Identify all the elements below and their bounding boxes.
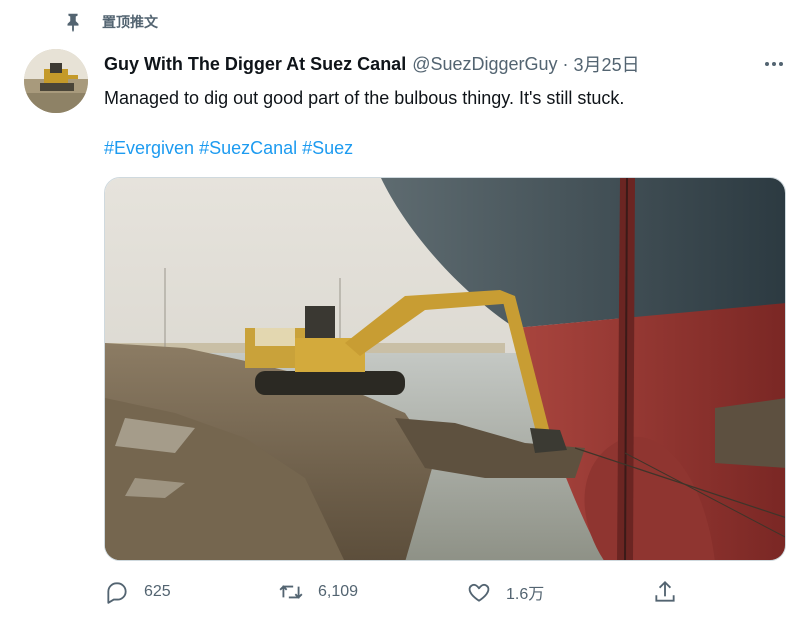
retweet-count: 6,109	[318, 583, 359, 600]
tweet-actions: 625 6,109 1.6万	[0, 576, 812, 608]
author-handle[interactable]: @SuezDiggerGuy	[412, 54, 557, 75]
reply-icon	[107, 582, 127, 604]
pinned-indicator: 置顶推文	[62, 10, 158, 34]
avatar-image	[24, 49, 88, 113]
tweet-header: Guy With The Digger At Suez Canal @SuezD…	[104, 52, 640, 76]
like-button[interactable]: 1.6万	[466, 576, 544, 608]
pinned-label: 置顶推文	[102, 15, 158, 31]
tweet-text: Managed to dig out good part of the bulb…	[104, 88, 625, 108]
share-button[interactable]	[652, 576, 678, 608]
reply-button[interactable]: 625	[104, 576, 171, 608]
hashtag-list: #Evergiven #SuezCanal #Suez	[104, 136, 353, 160]
avatar[interactable]	[24, 49, 88, 113]
photo-image	[105, 178, 785, 560]
hashtag-evergiven[interactable]: #Evergiven	[104, 136, 194, 160]
share-icon	[655, 580, 675, 602]
retweet-button[interactable]: 6,109	[278, 576, 358, 608]
tweet-photo[interactable]	[104, 177, 786, 561]
hashtag-suez[interactable]: #Suez	[302, 136, 353, 160]
pin-icon	[67, 13, 79, 33]
retweet-icon	[279, 585, 303, 599]
tweet-timestamp[interactable]: 3月25日	[574, 51, 640, 77]
reply-count: 625	[144, 583, 171, 600]
hashtag-suezcanal[interactable]: #SuezCanal	[199, 136, 297, 160]
separator-dot: ·	[562, 53, 569, 74]
heart-icon	[468, 584, 490, 602]
like-count: 1.6万	[506, 586, 545, 603]
author-name[interactable]: Guy With The Digger At Suez Canal	[104, 54, 406, 75]
more-options-icon[interactable]	[760, 52, 788, 76]
